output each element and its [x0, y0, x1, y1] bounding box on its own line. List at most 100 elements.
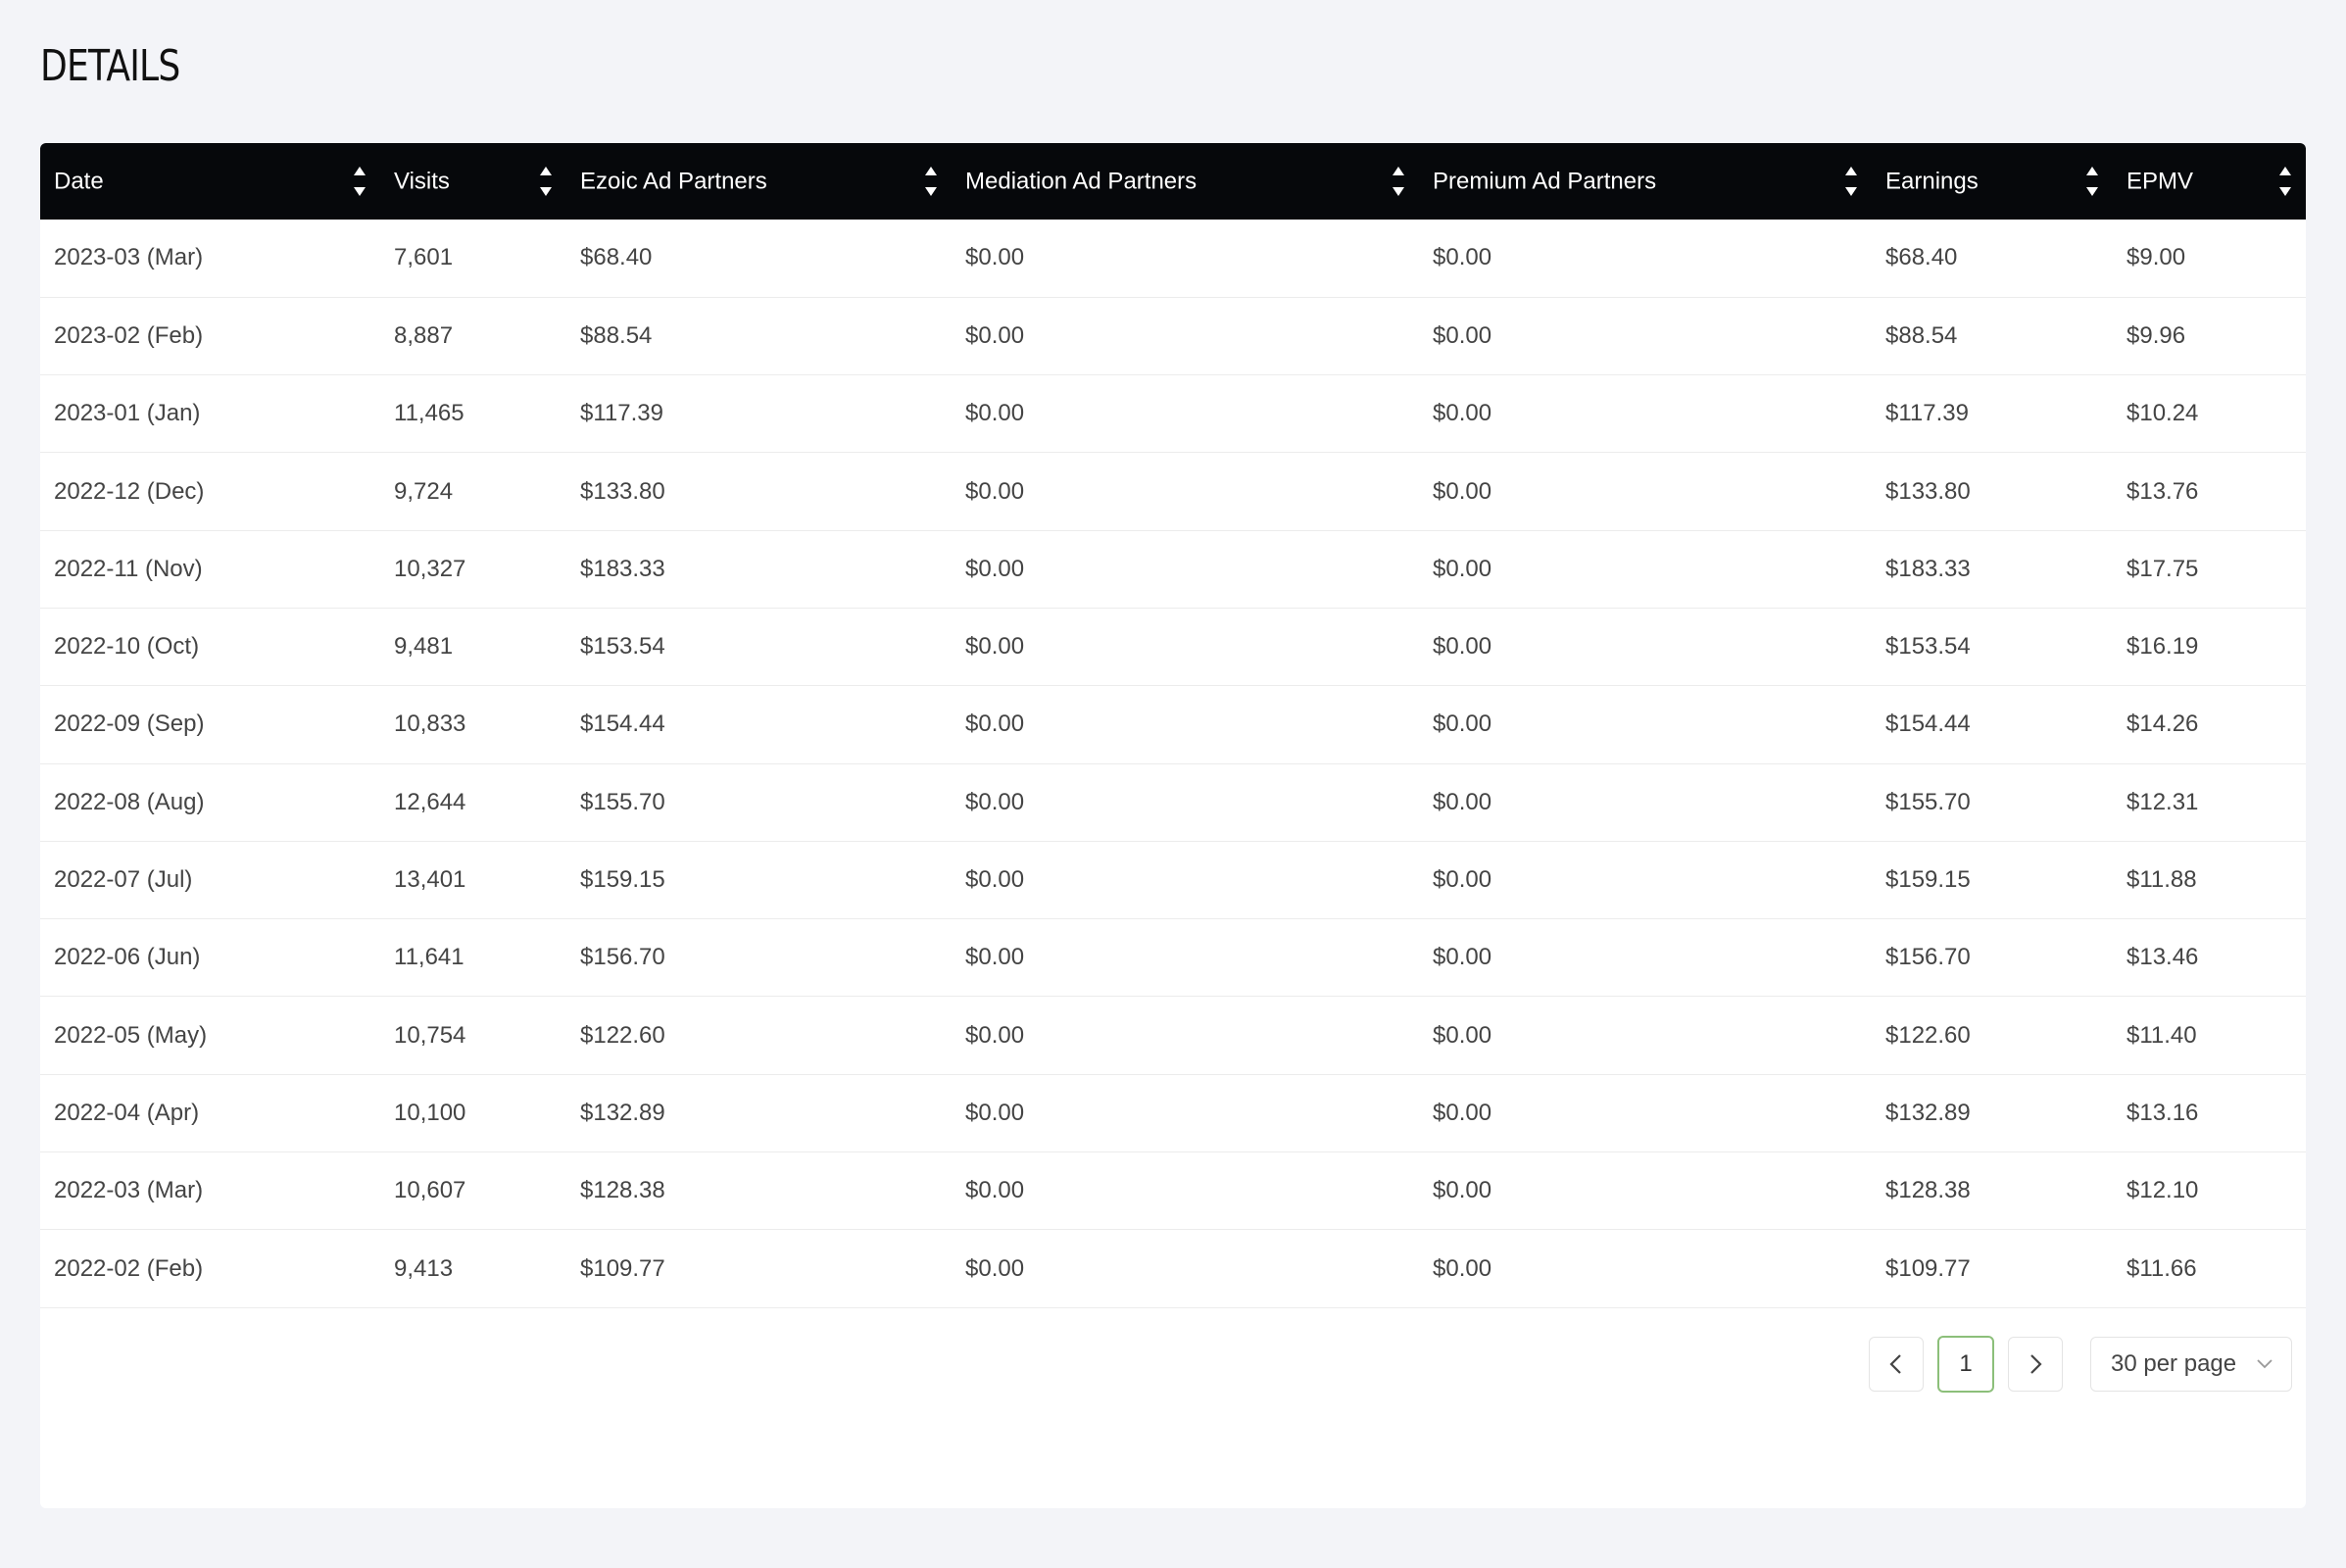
details-table-card: Date Visits Ezoic Ad Partners Mediation Ad …: [40, 143, 2306, 1508]
sort-icon[interactable]: [924, 163, 938, 200]
table-row: 2022-10 (Oct) 9,481 $153.54 $0.00 $0.00 $153.…: [40, 608, 2306, 686]
cell-ezoic-ad-partners: $109.77: [580, 1254, 665, 1282]
cell-visits: 9,413: [394, 1254, 454, 1282]
cell-premium-ad-partners: $0.00: [1433, 1099, 1492, 1126]
cell-earnings: $183.33: [1885, 555, 1971, 582]
cell-premium-ad-partners: $0.00: [1433, 1254, 1492, 1282]
cell-mediation-ad-partners: $0.00: [965, 400, 1025, 427]
per-page-value: 30 per page: [2111, 1350, 2237, 1377]
column-header-premium-ad-partners[interactable]: Premium Ad Partners: [1419, 143, 1872, 220]
sort-icon[interactable]: [539, 163, 553, 200]
cell-ezoic-ad-partners: $88.54: [580, 321, 653, 349]
per-page-select[interactable]: 30 per page: [2090, 1337, 2292, 1392]
cell-date: 2022-07 (Jul): [54, 866, 193, 894]
cell-earnings: $153.54: [1885, 633, 1971, 661]
cell-earnings: $88.54: [1885, 321, 1958, 349]
cell-visits: 8,887: [394, 321, 454, 349]
cell-ezoic-ad-partners: $68.40: [580, 244, 653, 271]
cell-mediation-ad-partners: $0.00: [965, 944, 1025, 971]
cell-premium-ad-partners: $0.00: [1433, 788, 1492, 815]
page-1-button[interactable]: 1: [1937, 1336, 1994, 1393]
column-header-ezoic-ad-partners[interactable]: Ezoic Ad Partners: [566, 143, 952, 220]
table-row: 2022-12 (Dec) 9,724 $133.80 $0.00 $0.00 $133.…: [40, 453, 2306, 531]
table-row: 2022-03 (Mar) 10,607 $128.38 $0.00 $0.00 $128…: [40, 1152, 2306, 1230]
cell-visits: 11,465: [394, 400, 464, 427]
cell-visits: 7,601: [394, 244, 454, 271]
sort-icon[interactable]: [2085, 163, 2099, 200]
cell-epmv: $11.88: [2126, 866, 2197, 894]
cell-earnings: $156.70: [1885, 944, 1971, 971]
sort-icon[interactable]: [1392, 163, 1405, 200]
cell-premium-ad-partners: $0.00: [1433, 944, 1492, 971]
cell-ezoic-ad-partners: $159.15: [580, 866, 665, 894]
cell-epmv: $13.16: [2126, 1099, 2199, 1126]
cell-date: 2023-02 (Feb): [54, 321, 204, 349]
cell-date: 2023-03 (Mar): [54, 244, 204, 271]
cell-visits: 9,724: [394, 477, 454, 505]
column-header-label: Earnings: [1885, 168, 1979, 195]
cell-visits: 12,644: [394, 788, 466, 815]
cell-epmv: $11.66: [2126, 1254, 2197, 1282]
cell-earnings: $68.40: [1885, 244, 1958, 271]
table-row: 2022-05 (May) 10,754 $122.60 $0.00 $0.00 $122…: [40, 997, 2306, 1075]
table-row: 2023-02 (Feb) 8,887 $88.54 $0.00 $0.00 $88.54…: [40, 297, 2306, 375]
cell-mediation-ad-partners: $0.00: [965, 477, 1025, 505]
cell-ezoic-ad-partners: $155.70: [580, 788, 665, 815]
cell-earnings: $109.77: [1885, 1254, 1971, 1282]
table-row: 2023-01 (Jan) 11,465 $117.39 $0.00 $0.00 $117…: [40, 375, 2306, 453]
cell-premium-ad-partners: $0.00: [1433, 477, 1492, 505]
cell-earnings: $155.70: [1885, 788, 1971, 815]
cell-epmv: $16.19: [2126, 633, 2199, 661]
cell-premium-ad-partners: $0.00: [1433, 1021, 1492, 1049]
column-header-label: Date: [54, 168, 104, 195]
cell-mediation-ad-partners: $0.00: [965, 555, 1025, 582]
column-header-mediation-ad-partners[interactable]: Mediation Ad Partners: [952, 143, 1419, 220]
cell-visits: 10,754: [394, 1021, 466, 1049]
sort-icon[interactable]: [1844, 163, 1858, 200]
column-header-label: EPMV: [2126, 168, 2194, 195]
cell-date: 2023-01 (Jan): [54, 400, 201, 427]
cell-premium-ad-partners: $0.00: [1433, 400, 1492, 427]
cell-mediation-ad-partners: $0.00: [965, 321, 1025, 349]
chevron-down-icon: [2257, 1359, 2273, 1369]
cell-epmv: $11.40: [2126, 1021, 2197, 1049]
cell-visits: 13,401: [394, 866, 466, 894]
cell-mediation-ad-partners: $0.00: [965, 1177, 1025, 1204]
cell-earnings: $132.89: [1885, 1099, 1971, 1126]
prev-page-button[interactable]: [1869, 1337, 1924, 1392]
page-title: DETAILS: [40, 41, 180, 91]
cell-epmv: $13.46: [2126, 944, 2199, 971]
sort-icon[interactable]: [2278, 163, 2292, 200]
cell-epmv: $17.75: [2126, 555, 2199, 582]
cell-epmv: $9.96: [2126, 321, 2186, 349]
cell-earnings: $122.60: [1885, 1021, 1971, 1049]
column-header-label: Mediation Ad Partners: [965, 168, 1197, 195]
cell-date: 2022-03 (Mar): [54, 1177, 204, 1204]
table-header: Date Visits Ezoic Ad Partners Mediation Ad …: [40, 143, 2306, 220]
column-header-epmv[interactable]: EPMV: [2113, 143, 2306, 220]
cell-epmv: $10.24: [2126, 400, 2199, 427]
cell-premium-ad-partners: $0.00: [1433, 1177, 1492, 1204]
cell-ezoic-ad-partners: $117.39: [580, 400, 663, 427]
column-header-date[interactable]: Date: [40, 143, 380, 220]
cell-date: 2022-12 (Dec): [54, 477, 205, 505]
cell-visits: 9,481: [394, 633, 454, 661]
cell-earnings: $128.38: [1885, 1177, 1971, 1204]
cell-mediation-ad-partners: $0.00: [965, 710, 1025, 738]
table-row: 2022-04 (Apr) 10,100 $132.89 $0.00 $0.00 $132…: [40, 1074, 2306, 1152]
cell-epmv: $12.31: [2126, 788, 2199, 815]
cell-date: 2022-06 (Jun): [54, 944, 201, 971]
cell-ezoic-ad-partners: $153.54: [580, 633, 665, 661]
cell-epmv: $14.26: [2126, 710, 2199, 738]
column-header-label: Ezoic Ad Partners: [580, 168, 767, 195]
column-header-visits[interactable]: Visits: [380, 143, 566, 220]
cell-epmv: $13.76: [2126, 477, 2199, 505]
cell-ezoic-ad-partners: $132.89: [580, 1099, 665, 1126]
next-page-button[interactable]: [2008, 1337, 2063, 1392]
table-row: 2022-11 (Nov) 10,327 $183.33 $0.00 $0.00 $183…: [40, 530, 2306, 609]
cell-date: 2022-08 (Aug): [54, 788, 205, 815]
sort-icon[interactable]: [353, 163, 367, 200]
pagination: 1 30 per page: [1869, 1336, 2292, 1393]
column-header-earnings[interactable]: Earnings: [1872, 143, 2113, 220]
cell-earnings: $117.39: [1885, 400, 1969, 427]
